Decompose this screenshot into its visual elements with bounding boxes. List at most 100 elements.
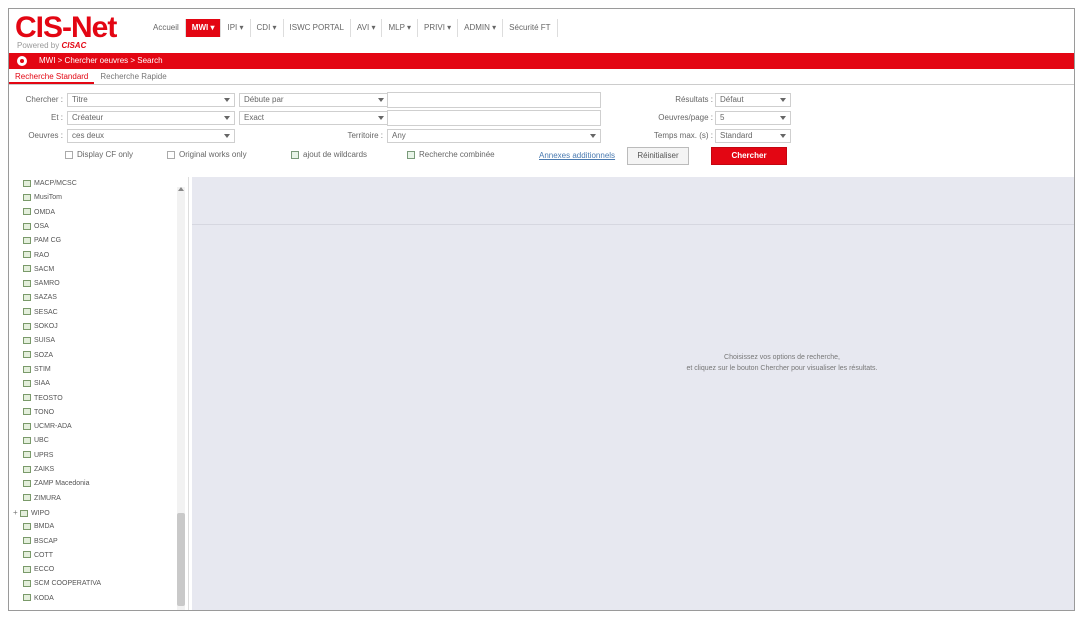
match-select[interactable]: Exact xyxy=(239,111,389,125)
tab-standard-search[interactable]: Recherche Standard xyxy=(9,69,95,84)
society-checkbox-icon[interactable] xyxy=(23,565,31,573)
results-value: Défaut xyxy=(720,95,744,104)
nav-item-1[interactable]: MWI ▾ xyxy=(185,19,222,37)
nav-item-4[interactable]: ISWC PORTAL xyxy=(284,19,351,37)
tree-item[interactable]: UCMR-ADA xyxy=(23,422,72,432)
nav-item-9[interactable]: Sécurité FT xyxy=(503,19,558,37)
tree-item[interactable]: SAZAS xyxy=(23,293,57,303)
tree-item[interactable]: SCM COOPERATIVA xyxy=(23,579,101,589)
society-checkbox-icon[interactable] xyxy=(23,580,31,588)
tree-item[interactable]: ZAIKS xyxy=(23,465,54,475)
tree-item[interactable]: OMDA xyxy=(23,208,55,218)
advanced-link[interactable]: Annexes additionnels xyxy=(539,151,615,160)
society-checkbox-icon[interactable] xyxy=(23,322,31,330)
society-checkbox-icon[interactable] xyxy=(23,279,31,287)
society-checkbox-icon[interactable] xyxy=(23,394,31,402)
society-checkbox-icon[interactable] xyxy=(20,509,28,517)
nav-item-6[interactable]: MLP ▾ xyxy=(382,19,419,37)
tree-item[interactable]: BMDA xyxy=(23,522,54,532)
society-checkbox-icon[interactable] xyxy=(23,236,31,244)
home-icon[interactable] xyxy=(17,56,27,66)
tree-item[interactable]: SIAA xyxy=(23,379,50,389)
society-checkbox-icon[interactable] xyxy=(23,179,31,187)
society-checkbox-icon[interactable] xyxy=(23,365,31,373)
tree-item[interactable]: SAMRO xyxy=(23,279,60,289)
tree-item[interactable]: OSA xyxy=(23,222,49,232)
tree-item[interactable]: SOKOJ xyxy=(23,322,58,332)
society-checkbox-icon[interactable] xyxy=(23,594,31,602)
nav-item-8[interactable]: ADMIN ▾ xyxy=(458,19,504,37)
tree-item[interactable]: ZIMURA xyxy=(23,494,61,504)
societies-select[interactable]: ces deux xyxy=(67,129,235,143)
society-checkbox-icon[interactable] xyxy=(23,437,31,445)
scroll-up-icon[interactable] xyxy=(178,187,184,191)
tree-item[interactable]: COTT xyxy=(23,551,53,561)
society-checkbox-icon[interactable] xyxy=(23,294,31,302)
society-checkbox-icon[interactable] xyxy=(23,465,31,473)
logo-sub-prefix: Powered by xyxy=(17,41,62,50)
society-checkbox-icon[interactable] xyxy=(23,479,31,487)
tree-item[interactable]: SACM xyxy=(23,265,54,275)
society-checkbox-icon[interactable] xyxy=(23,494,31,502)
society-checkbox-icon[interactable] xyxy=(23,408,31,416)
tree-item[interactable]: RAO xyxy=(23,251,49,261)
society-checkbox-icon[interactable] xyxy=(23,336,31,344)
society-checkbox-icon[interactable] xyxy=(23,537,31,545)
chevron-down-icon xyxy=(780,98,786,102)
tree-item[interactable]: UPRS xyxy=(23,451,53,461)
nav-item-0[interactable]: Accueil xyxy=(147,19,186,37)
society-checkbox-icon[interactable] xyxy=(23,522,31,530)
tree-item[interactable]: STIM xyxy=(23,365,51,375)
second-field-select[interactable]: Créateur xyxy=(67,111,235,125)
society-checkbox-icon[interactable] xyxy=(23,193,31,201)
tree-item[interactable]: SESAC xyxy=(23,308,58,318)
nav-item-7[interactable]: PRIVI ▾ xyxy=(418,19,459,37)
tree-scrollbar-thumb[interactable] xyxy=(177,513,185,606)
tree-item[interactable]: MusiTom xyxy=(23,193,62,203)
tree-item[interactable]: ZAMP Macedonia xyxy=(23,479,90,489)
checkbox-icon xyxy=(167,150,175,159)
nav-item-2[interactable]: IPI ▾ xyxy=(221,19,251,37)
society-checkbox-icon[interactable] xyxy=(23,351,31,359)
tree-item[interactable]: MACP/MCSC xyxy=(23,179,77,189)
society-checkbox-icon[interactable] xyxy=(23,551,31,559)
society-checkbox-icon[interactable] xyxy=(23,451,31,459)
tree-item-label: BMDA xyxy=(34,523,55,531)
qualifier-select[interactable]: Débute par xyxy=(239,93,389,107)
results-select[interactable]: Défaut xyxy=(715,93,791,107)
wildcards-checkbox[interactable]: ajout de wildcards xyxy=(291,149,367,161)
nav-item-5[interactable]: AVI ▾ xyxy=(351,19,383,37)
territory-select[interactable]: Any xyxy=(387,129,601,143)
society-checkbox-icon[interactable] xyxy=(23,208,31,216)
search-text-input[interactable] xyxy=(387,92,601,108)
tab-quick-search[interactable]: Recherche Rapide xyxy=(94,69,172,84)
tree-item[interactable]: SUISA xyxy=(23,336,55,346)
cisnet-logo[interactable]: CIS-Net xyxy=(15,11,117,45)
society-checkbox-icon[interactable] xyxy=(23,265,31,273)
tree-item[interactable]: BSCAP xyxy=(23,537,58,547)
tree-item[interactable]: SOZA xyxy=(23,351,53,361)
tree-item[interactable]: ECCO xyxy=(23,565,54,575)
society-checkbox-icon[interactable] xyxy=(23,422,31,430)
society-checkbox-icon[interactable] xyxy=(23,222,31,230)
society-checkbox-icon[interactable] xyxy=(23,251,31,259)
nav-item-3[interactable]: CDI ▾ xyxy=(251,19,284,37)
search-button[interactable]: Chercher xyxy=(711,147,787,165)
tree-item[interactable]: TEOSTO xyxy=(23,394,63,404)
tree-item[interactable]: PAM CG xyxy=(23,236,61,246)
expand-icon[interactable]: + xyxy=(13,508,19,518)
society-checkbox-icon[interactable] xyxy=(23,379,31,387)
tree-item[interactable]: + WIPO xyxy=(13,508,50,519)
restricted-search-checkbox[interactable]: Recherche combinée xyxy=(407,149,495,161)
second-text-input[interactable] xyxy=(387,110,601,126)
timeout-select[interactable]: Standard xyxy=(715,129,791,143)
search-field-select[interactable]: Titre xyxy=(67,93,235,107)
tree-item[interactable]: KODA xyxy=(23,594,54,604)
original-works-checkbox[interactable]: Original works only xyxy=(167,149,247,161)
tree-item[interactable]: TONO xyxy=(23,408,54,418)
reset-button[interactable]: Réinitialiser xyxy=(627,147,689,165)
display-cf-checkbox[interactable]: Display CF only xyxy=(65,149,133,161)
society-checkbox-icon[interactable] xyxy=(23,308,31,316)
perpage-select[interactable]: 5 xyxy=(715,111,791,125)
tree-item[interactable]: UBC xyxy=(23,436,49,446)
